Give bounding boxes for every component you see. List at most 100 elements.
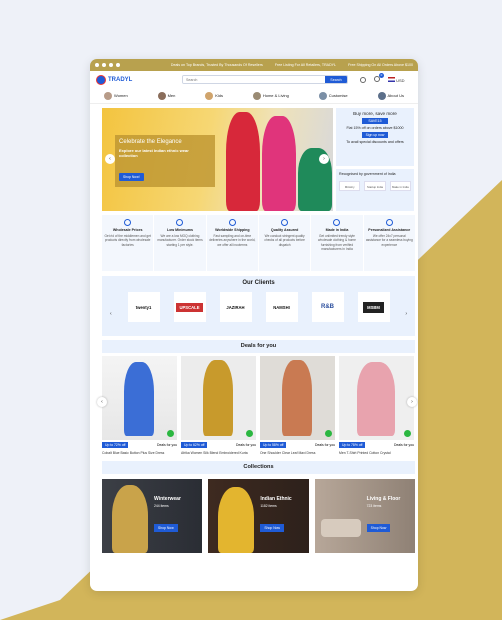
clients-next-icon[interactable]: › bbox=[405, 311, 407, 317]
category-women[interactable]: Women bbox=[104, 91, 128, 100]
feature-title: Personalized Assistance bbox=[368, 228, 411, 232]
client-logo: JAZIRAH bbox=[219, 292, 252, 322]
site-logo[interactable]: TRADYL bbox=[96, 74, 176, 85]
category-nav: Women Men Kids Home & Living Customise A… bbox=[90, 88, 418, 104]
collection-title: Living & Floor bbox=[366, 496, 401, 502]
category-label: Customise bbox=[328, 93, 348, 98]
category-label: Women bbox=[114, 93, 128, 98]
feature-text: We are a low MOQ clothing manufacturer. … bbox=[157, 234, 203, 247]
promo-text: Flat 15% off on orders above $1000 bbox=[346, 126, 404, 130]
hero-card: Celebrate the Elegance Explore our lates… bbox=[115, 135, 215, 187]
promo-title: Buy more, save more bbox=[353, 111, 397, 116]
discount-badge: Up to 58% off bbox=[260, 442, 287, 448]
badge-icon bbox=[281, 219, 289, 226]
twitter-icon[interactable] bbox=[102, 63, 106, 67]
feature-text: Get rid of the middlemen and get product… bbox=[104, 234, 151, 247]
client-logo: R&B bbox=[311, 292, 344, 322]
client-logo: UPSCALE bbox=[173, 292, 206, 322]
category-avatar bbox=[157, 91, 166, 100]
category-avatar bbox=[104, 91, 112, 100]
collection-title: Winterwear bbox=[154, 496, 181, 502]
feature-text: We offer 24x7 personal assistance for a … bbox=[365, 234, 413, 247]
hero-model-image bbox=[226, 112, 260, 211]
box-icon bbox=[176, 219, 184, 226]
collection-count: 244 items bbox=[154, 504, 169, 508]
price-tag-icon bbox=[124, 219, 132, 226]
search-button[interactable]: Search bbox=[325, 76, 347, 83]
discount-badge: Up to 72% off bbox=[102, 442, 129, 448]
deal-card[interactable]: Up to 78% off Deals for you Men T-Shirt P… bbox=[339, 356, 414, 455]
category-label: About Us bbox=[387, 93, 404, 98]
facebook-icon[interactable] bbox=[95, 63, 99, 67]
clients-section: Our Clients ‹ twenty1 UPSCALE JAZIRAH NA… bbox=[102, 276, 415, 336]
promo-footer: To avail special discounts and offers bbox=[346, 140, 404, 144]
collection-card[interactable]: Winterwear 244 items Shop Now bbox=[102, 479, 203, 553]
announcement-message: Deals on Top Brands, Trusted By Thousand… bbox=[170, 63, 263, 67]
collection-title: Indian Ethnic bbox=[260, 496, 292, 502]
category-customise[interactable]: Customise bbox=[318, 91, 348, 100]
currency-label: USD bbox=[396, 77, 405, 83]
whatsapp-icon[interactable] bbox=[325, 430, 332, 437]
category-men[interactable]: Men bbox=[157, 91, 175, 100]
announcement-message: Free Listing For All Retailers, TRADYL bbox=[274, 63, 337, 67]
gov-logo: Startup India bbox=[364, 181, 386, 191]
deals-next-icon[interactable]: › bbox=[407, 397, 417, 407]
collection-shop-button[interactable]: Shop Now bbox=[366, 524, 391, 532]
hero-shop-button[interactable]: Shop Now! bbox=[119, 173, 144, 181]
signup-button[interactable]: Sign up now bbox=[361, 132, 389, 138]
category-kids[interactable]: Kids bbox=[205, 91, 223, 100]
product-figure bbox=[124, 362, 154, 436]
deal-card[interactable]: Up to 72% off Deals for you Cobalt Blue B… bbox=[102, 356, 177, 455]
promo-code: SAVE15 bbox=[362, 118, 388, 124]
collection-shop-button[interactable]: Shop Now bbox=[260, 524, 284, 532]
social-icons bbox=[95, 63, 120, 67]
collection-count: 1182 items bbox=[260, 504, 277, 508]
collection-shop-button[interactable]: Shop Now bbox=[154, 524, 178, 532]
feature-title: Low Minimums bbox=[167, 228, 193, 232]
carousel-next-icon[interactable]: › bbox=[319, 154, 329, 164]
product-name: Afrika Women Silk Blend Embroidered Kurt… bbox=[181, 451, 248, 455]
logo-text: TRADYL bbox=[108, 76, 133, 83]
product-figure bbox=[357, 362, 395, 436]
feature-title: Wholesale Prices bbox=[112, 228, 143, 232]
hero-row: Celebrate the Elegance Explore our lates… bbox=[90, 104, 418, 211]
feature-title: Worldwide Shipping bbox=[215, 228, 250, 232]
sidebar-panels: Buy more, save more SAVE15 Flat 15% off … bbox=[336, 108, 414, 211]
product-figure bbox=[282, 360, 312, 436]
deal-label: Deals for you bbox=[157, 443, 177, 447]
collection-image bbox=[218, 487, 255, 553]
deals-prev-icon[interactable]: ‹ bbox=[97, 397, 107, 407]
headset-icon bbox=[385, 219, 393, 226]
category-about-us[interactable]: About Us bbox=[377, 91, 404, 100]
deal-label: Deals for you bbox=[236, 443, 256, 447]
whatsapp-icon[interactable] bbox=[167, 430, 174, 437]
collections-row: Winterwear 244 items Shop Now Indian Eth… bbox=[102, 479, 415, 553]
feature-text: Fast sampling and on-time deliveries any… bbox=[209, 234, 256, 247]
product-image bbox=[260, 356, 335, 440]
product-figure bbox=[203, 360, 233, 436]
feature-card: Personalized Assistance We offer 24x7 per… bbox=[363, 215, 415, 271]
instagram-icon[interactable] bbox=[109, 63, 113, 67]
currency-selector[interactable]: USD bbox=[388, 76, 405, 83]
collection-card[interactable]: Living & Floor 723 items Shop Now bbox=[314, 479, 415, 553]
youtube-icon[interactable] bbox=[116, 63, 120, 67]
deal-card[interactable]: Up to 62% off Deals for you Afrika Women … bbox=[181, 356, 256, 455]
deal-card[interactable]: Up to 58% off Deals for you One Shoulder … bbox=[260, 356, 335, 455]
category-avatar bbox=[205, 91, 214, 100]
user-icon[interactable] bbox=[360, 76, 366, 83]
feature-text: We conduct stringent quality checks of a… bbox=[264, 234, 305, 247]
collection-card[interactable]: Indian Ethnic 1182 items Shop Now bbox=[208, 479, 309, 553]
category-label: Kids bbox=[215, 93, 223, 98]
carousel-prev-icon[interactable]: ‹ bbox=[105, 154, 115, 164]
cart-button[interactable]: 0 bbox=[374, 73, 384, 83]
deals-title: Deals for you bbox=[102, 340, 415, 353]
product-name: Men T-Shirt Printed Cotton Crystal bbox=[339, 451, 391, 455]
category-avatar bbox=[377, 91, 386, 100]
product-name: One Shoulder Clear Leaf Maxi Dress bbox=[260, 451, 316, 455]
feature-card: Quality Assured We conduct stringent qual… bbox=[258, 215, 311, 271]
category-home-living[interactable]: Home & Living bbox=[252, 91, 289, 100]
search-input[interactable] bbox=[183, 76, 325, 83]
whatsapp-icon[interactable] bbox=[404, 430, 411, 437]
whatsapp-icon[interactable] bbox=[246, 430, 253, 437]
clients-prev-icon[interactable]: ‹ bbox=[110, 311, 112, 317]
